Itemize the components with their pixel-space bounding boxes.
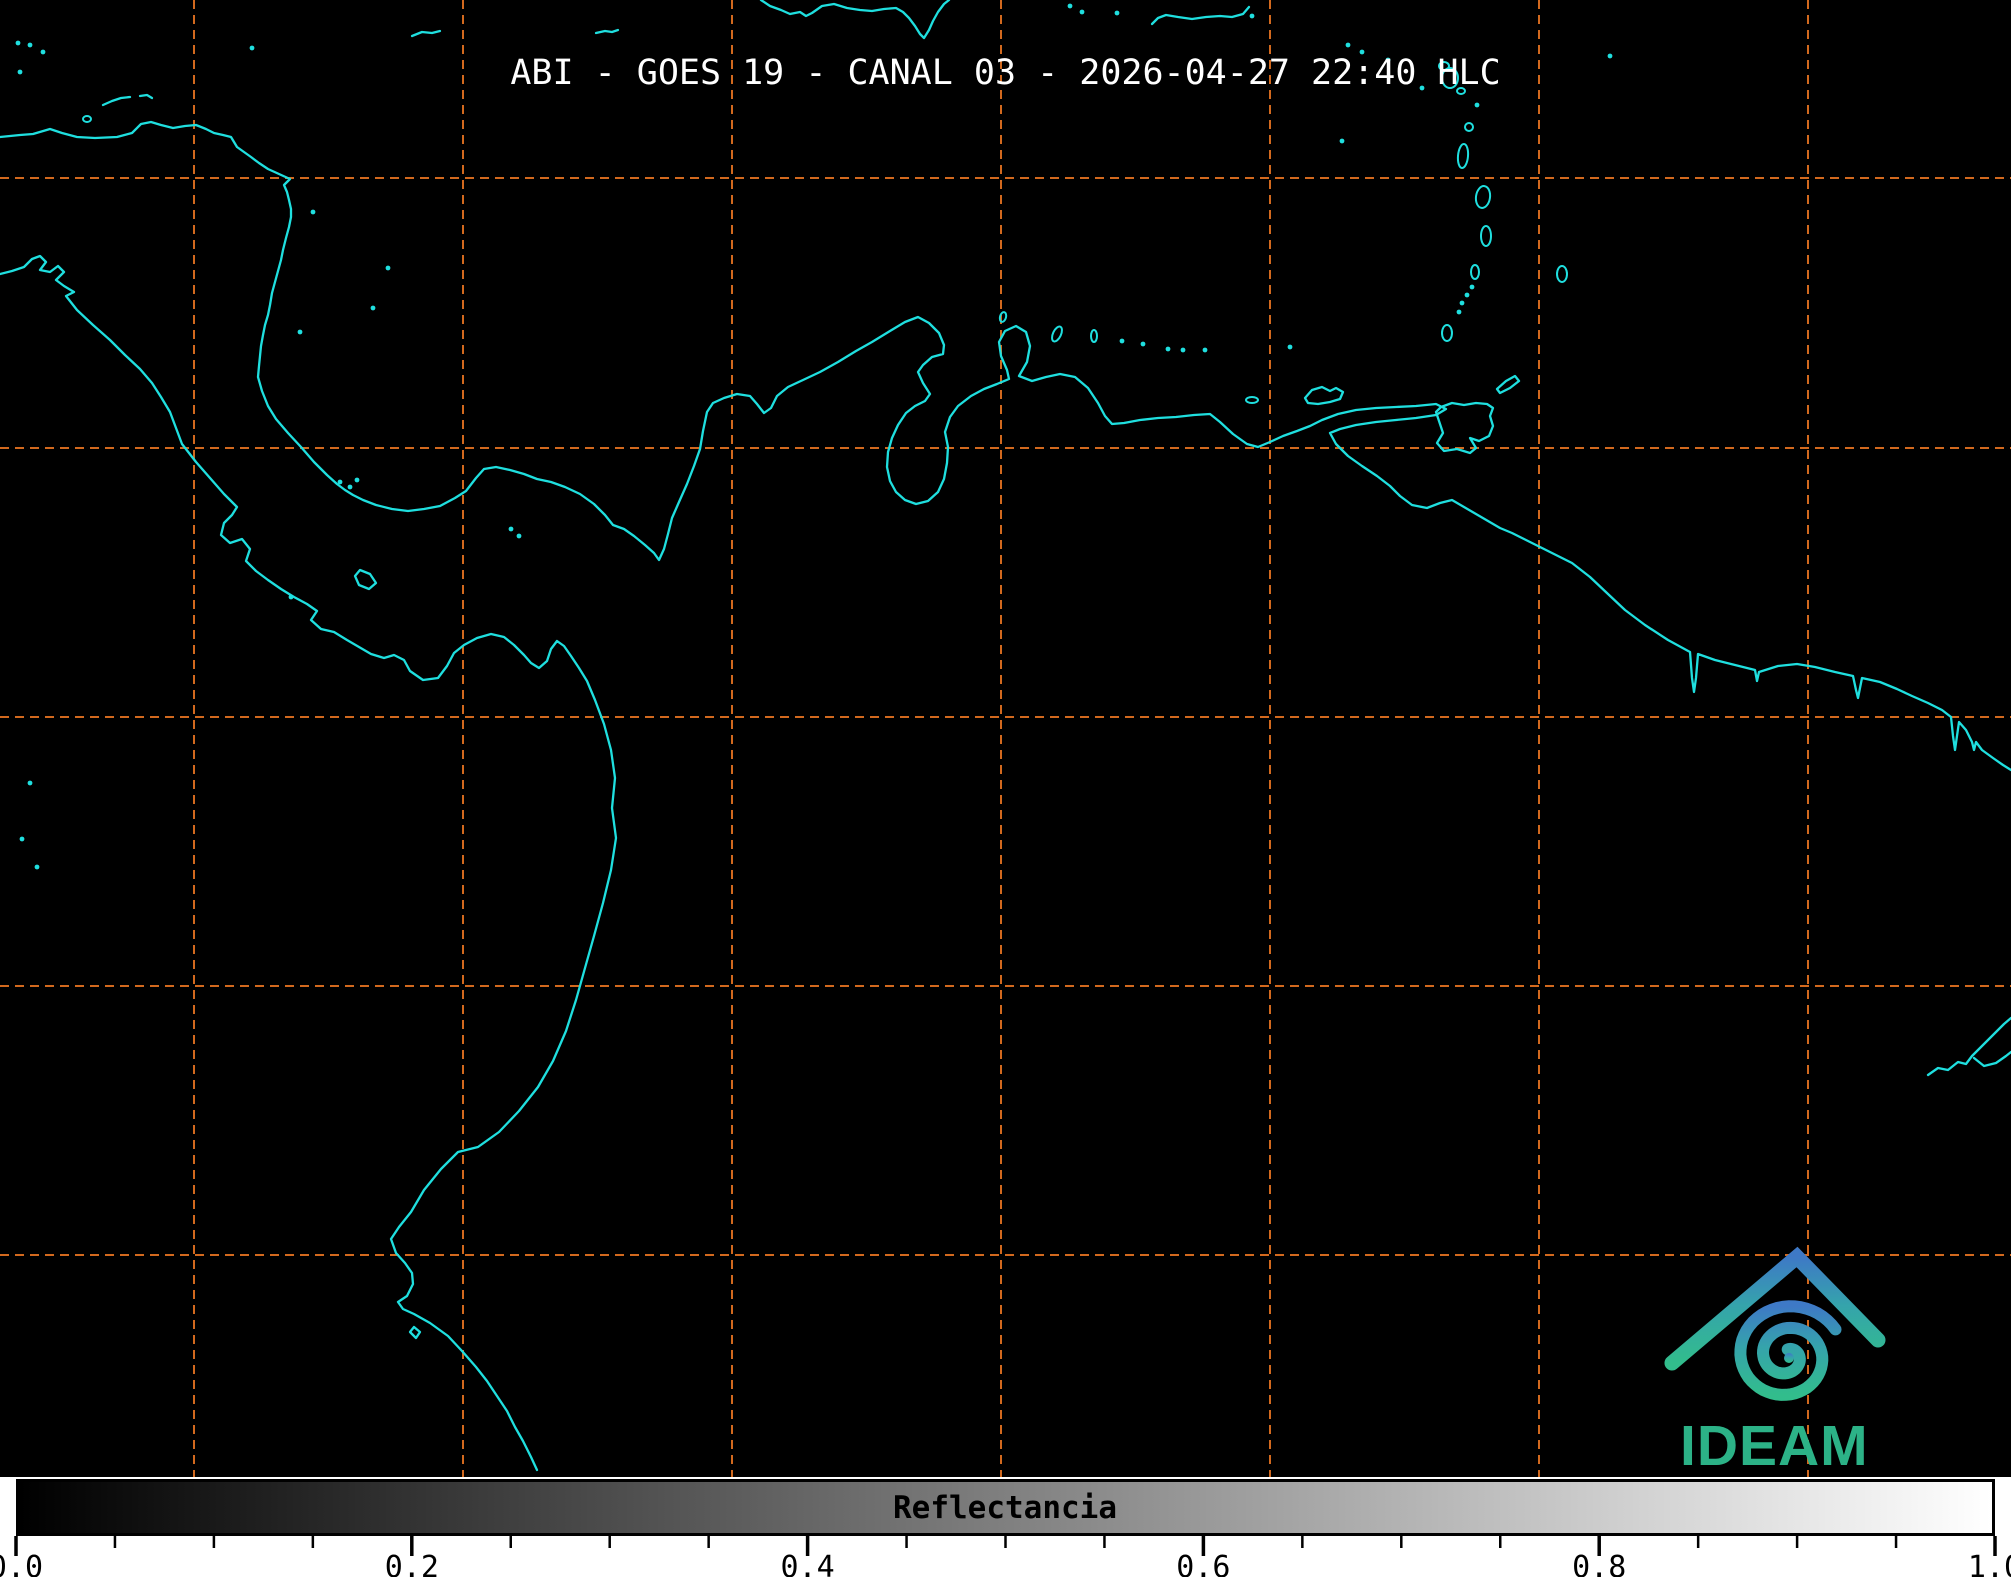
islet-dot xyxy=(1465,293,1470,298)
islet-dot xyxy=(20,837,25,842)
islet-dot xyxy=(1608,54,1613,59)
islet-dot xyxy=(1181,348,1186,353)
colorbar-tick-label: 0.2 xyxy=(385,1550,439,1577)
islet-dot xyxy=(28,43,33,48)
colorbar-tick-label: 0.4 xyxy=(781,1550,835,1577)
image-title: ABI - GOES 19 - CANAL 03 - 2026-04-27 22… xyxy=(510,53,1500,93)
colorbar-title: Reflectancia xyxy=(893,1490,1117,1526)
islet-dot xyxy=(1460,301,1465,306)
islet-dot xyxy=(1166,347,1171,352)
islet-dot xyxy=(18,70,23,75)
islet-dot xyxy=(1120,339,1125,344)
islet-dot xyxy=(355,478,360,483)
islet-dot xyxy=(1250,14,1255,19)
islet-dot xyxy=(1080,10,1085,15)
islet-dot xyxy=(517,534,522,539)
screenshot-root: ABI - GOES 19 - CANAL 03 - 2026-04-27 22… xyxy=(0,0,2011,1577)
islet-dot xyxy=(1203,348,1208,353)
islet-dot xyxy=(1457,310,1462,315)
islet-dot xyxy=(1346,43,1351,48)
islet-dot xyxy=(348,485,353,490)
islet-dot xyxy=(41,50,46,55)
colorbar: Reflectancia 0.0 0.2 0.4 0.6 0.8 1.0 xyxy=(0,1477,2011,1577)
colorbar-tick-label: 1.0 xyxy=(1968,1550,2011,1577)
islet-dot xyxy=(1475,103,1480,108)
islet-dot xyxy=(371,306,376,311)
logo-eye-icon xyxy=(1784,1353,1794,1363)
islet-dot xyxy=(509,527,514,532)
islet-dot xyxy=(338,480,343,485)
logo-spiral-icon xyxy=(1740,1306,1835,1395)
islet-dot xyxy=(1068,4,1073,9)
islet-dot xyxy=(16,41,21,46)
islet-dot xyxy=(35,865,40,870)
islet-dot xyxy=(386,266,391,271)
colorbar-tick-label: 0.6 xyxy=(1176,1550,1230,1577)
logo-wordmark: IDEAM xyxy=(1680,1414,1869,1474)
islet-dot xyxy=(311,210,316,215)
colorbar-tick-label: 0.8 xyxy=(1572,1550,1626,1577)
islet-dot xyxy=(250,46,255,51)
colorbar-tick-label: 0.0 xyxy=(0,1550,43,1577)
islet-dot xyxy=(298,330,303,335)
islet-dot xyxy=(1340,139,1345,144)
islet-dot xyxy=(1470,285,1475,290)
islet-dot xyxy=(28,781,33,786)
ideam-logo: IDEAM xyxy=(1660,1246,1892,1474)
islet-dot xyxy=(289,595,294,600)
islet-dot xyxy=(1288,345,1293,350)
islet-dot xyxy=(1115,11,1120,16)
islet-dot xyxy=(1141,342,1146,347)
